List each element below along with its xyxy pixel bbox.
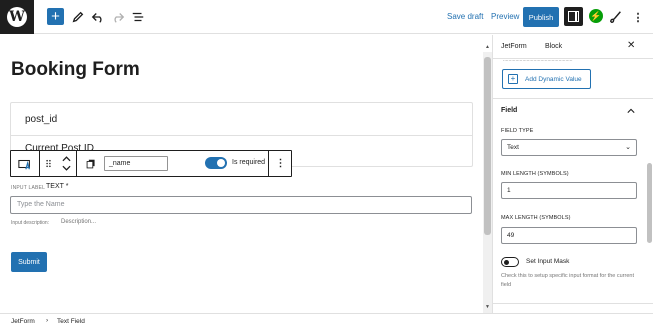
divider	[11, 135, 472, 136]
block-options-icon[interactable]: ⋮	[268, 151, 292, 176]
min-length-input[interactable]: 1	[501, 182, 637, 199]
input-mask-toggle[interactable]	[501, 257, 519, 267]
input-description-caption: Input description:	[11, 220, 50, 226]
scroll-down-arrow[interactable]: ▼	[484, 304, 491, 312]
field-type-value: Text	[507, 144, 519, 151]
max-length-input[interactable]: 49	[501, 227, 637, 244]
drag-handle-icon[interactable]	[41, 151, 55, 176]
name-text-field[interactable]: Type the Name	[10, 196, 472, 214]
options-menu-icon[interactable]: ⋮	[630, 8, 646, 26]
undo-icon[interactable]	[90, 8, 106, 26]
input-label-caption: INPUT LABEL	[11, 185, 46, 191]
add-dynamic-value-button[interactable]: + Add Dynamic Value	[502, 69, 591, 89]
document-overview-icon[interactable]	[130, 8, 146, 26]
max-length-label: MAX LENGTH (SYMBOLS)	[501, 215, 571, 221]
block-type-switcher[interactable]	[11, 151, 40, 176]
move-up-icon[interactable]	[61, 156, 71, 162]
wordpress-icon: W	[7, 7, 27, 27]
top-toolbar: W + Save draft Preview Publish ⚡ ⋮	[0, 0, 653, 34]
wordpress-logo-button[interactable]: W	[0, 0, 34, 34]
field-type-select[interactable]: Text ⌄	[501, 139, 637, 156]
breadcrumb-separator: ›	[46, 317, 49, 324]
chevron-down-icon: ⌄	[625, 144, 631, 151]
divider	[493, 303, 653, 304]
sidebar-tabs: JetForm Block ✕	[493, 35, 653, 59]
preview-button[interactable]: Preview	[491, 12, 519, 21]
tab-block[interactable]: Block	[545, 43, 562, 50]
field-name-input[interactable]: _name	[104, 156, 168, 171]
chevron-up-icon[interactable]	[627, 108, 635, 114]
redo-icon[interactable]	[110, 8, 126, 26]
block-field-label: post_id	[25, 114, 58, 125]
min-length-label: MIN LENGTH (SYMBOLS)	[501, 171, 569, 177]
publish-button[interactable]: Publish	[523, 7, 559, 27]
tools-pencil-icon[interactable]	[70, 8, 86, 26]
input-label-value[interactable]: TEXT *	[46, 183, 68, 190]
field-panel-title[interactable]: Field	[501, 107, 517, 114]
copy-icon[interactable]	[83, 151, 99, 176]
submit-button[interactable]: Submit	[11, 252, 47, 272]
move-down-icon[interactable]	[61, 165, 71, 171]
scroll-up-arrow[interactable]: ▲	[484, 44, 491, 52]
text-field-icon	[18, 159, 30, 169]
add-block-button[interactable]: +	[47, 8, 64, 25]
divider	[493, 98, 653, 99]
cutoff-text: ........................................…	[503, 57, 573, 63]
settings-sidebar: JetForm Block ✕ ........................…	[492, 35, 653, 313]
block-toolbar: _name Is required ⋮	[10, 150, 292, 177]
is-required-label: Is required	[232, 159, 266, 166]
sidebar-icon	[568, 11, 579, 22]
input-mask-help: Check this to setup specific input forma…	[501, 273, 634, 288]
plus-icon: +	[508, 74, 518, 84]
add-dynamic-value-label: Add Dynamic Value	[525, 76, 582, 83]
sidebar-scrollbar-thumb[interactable]	[647, 163, 652, 243]
block-editor: W + Save draft Preview Publish ⚡ ⋮ Booki…	[0, 0, 653, 327]
breadcrumb: JetForm › Text Field	[0, 313, 653, 327]
brush-icon[interactable]	[608, 8, 624, 26]
breadcrumb-item[interactable]: Text Field	[57, 318, 85, 325]
move-block-controls	[56, 151, 77, 176]
field-type-label: FIELD TYPE	[501, 128, 534, 134]
editor-scrollbar-thumb[interactable]	[484, 57, 491, 235]
page-title[interactable]: Booking Form	[11, 59, 140, 81]
tab-jetform[interactable]: JetForm	[501, 43, 527, 50]
is-required-toggle[interactable]	[205, 157, 227, 169]
settings-sidebar-toggle[interactable]	[564, 7, 583, 26]
breadcrumb-item[interactable]: JetForm	[11, 318, 35, 325]
input-description-value[interactable]: Description...	[61, 219, 96, 225]
input-mask-label: Set Input Mask	[526, 258, 570, 265]
editor-canvas: Booking Form post_id Current Post ID _na…	[0, 35, 481, 313]
jetpack-icon[interactable]: ⚡	[589, 9, 603, 23]
close-icon[interactable]: ✕	[627, 40, 635, 51]
save-draft-button[interactable]: Save draft	[447, 12, 483, 21]
